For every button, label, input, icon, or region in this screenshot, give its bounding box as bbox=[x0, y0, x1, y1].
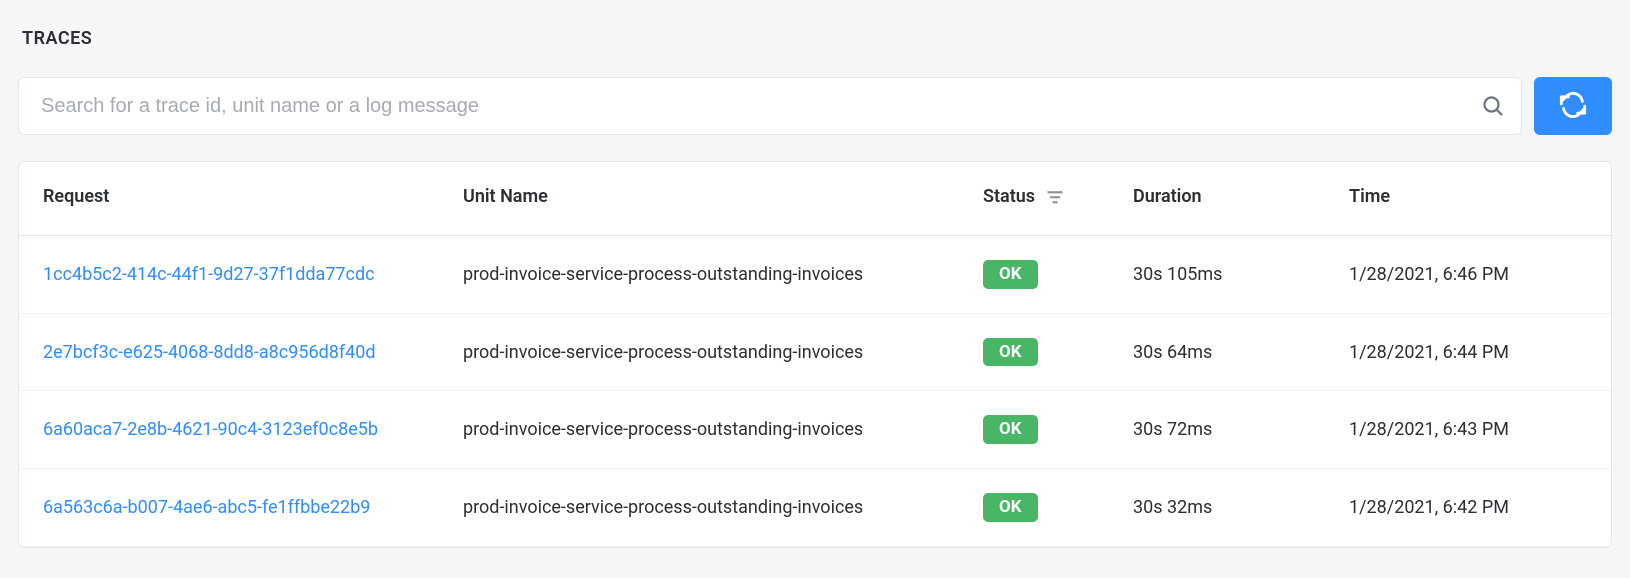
duration-cell: 30s 105ms bbox=[1133, 236, 1349, 314]
table-row[interactable]: 6a563c6a-b007-4ae6-abc5-fe1ffbbe22b9 prod… bbox=[19, 469, 1611, 547]
time-cell: 1/28/2021, 6:42 PM bbox=[1349, 469, 1611, 547]
refresh-icon bbox=[1559, 91, 1587, 122]
header-status-label: Status bbox=[983, 186, 1035, 207]
table-row[interactable]: 2e7bcf3c-e625-4068-8dd8-a8c956d8f40d prod… bbox=[19, 313, 1611, 391]
unit-name-cell: prod-invoice-service-process-outstanding… bbox=[463, 236, 983, 314]
search-row bbox=[18, 77, 1612, 135]
search-input[interactable] bbox=[19, 78, 1521, 134]
page-title: TRACES bbox=[22, 28, 1612, 49]
time-cell: 1/28/2021, 6:44 PM bbox=[1349, 313, 1611, 391]
refresh-button[interactable] bbox=[1534, 77, 1612, 135]
trace-link[interactable]: 1cc4b5c2-414c-44f1-9d27-37f1dda77cdc bbox=[43, 264, 375, 285]
trace-link[interactable]: 6a60aca7-2e8b-4621-90c4-3123ef0c8e5b bbox=[43, 419, 378, 440]
header-duration[interactable]: Duration bbox=[1133, 162, 1349, 236]
traces-table-card: Request Unit Name Status bbox=[18, 161, 1612, 548]
header-unit[interactable]: Unit Name bbox=[463, 162, 983, 236]
status-badge: OK bbox=[983, 260, 1038, 289]
trace-link[interactable]: 6a563c6a-b007-4ae6-abc5-fe1ffbbe22b9 bbox=[43, 497, 370, 518]
table-header-row: Request Unit Name Status bbox=[19, 162, 1611, 236]
header-time[interactable]: Time bbox=[1349, 162, 1611, 236]
header-request[interactable]: Request bbox=[19, 162, 463, 236]
traces-table: Request Unit Name Status bbox=[19, 162, 1611, 547]
table-row[interactable]: 1cc4b5c2-414c-44f1-9d27-37f1dda77cdc prod… bbox=[19, 236, 1611, 314]
duration-cell: 30s 32ms bbox=[1133, 469, 1349, 547]
duration-cell: 30s 72ms bbox=[1133, 391, 1349, 469]
time-cell: 1/28/2021, 6:46 PM bbox=[1349, 236, 1611, 314]
time-cell: 1/28/2021, 6:43 PM bbox=[1349, 391, 1611, 469]
unit-name-cell: prod-invoice-service-process-outstanding… bbox=[463, 469, 983, 547]
duration-cell: 30s 64ms bbox=[1133, 313, 1349, 391]
search-box bbox=[18, 77, 1522, 135]
unit-name-cell: prod-invoice-service-process-outstanding… bbox=[463, 391, 983, 469]
filter-icon[interactable] bbox=[1045, 187, 1065, 207]
status-badge: OK bbox=[983, 338, 1038, 367]
search-icon[interactable] bbox=[1481, 94, 1505, 118]
unit-name-cell: prod-invoice-service-process-outstanding… bbox=[463, 313, 983, 391]
header-status[interactable]: Status bbox=[983, 162, 1133, 236]
table-row[interactable]: 6a60aca7-2e8b-4621-90c4-3123ef0c8e5b prod… bbox=[19, 391, 1611, 469]
trace-link[interactable]: 2e7bcf3c-e625-4068-8dd8-a8c956d8f40d bbox=[43, 342, 375, 363]
status-badge: OK bbox=[983, 493, 1038, 522]
status-badge: OK bbox=[983, 415, 1038, 444]
